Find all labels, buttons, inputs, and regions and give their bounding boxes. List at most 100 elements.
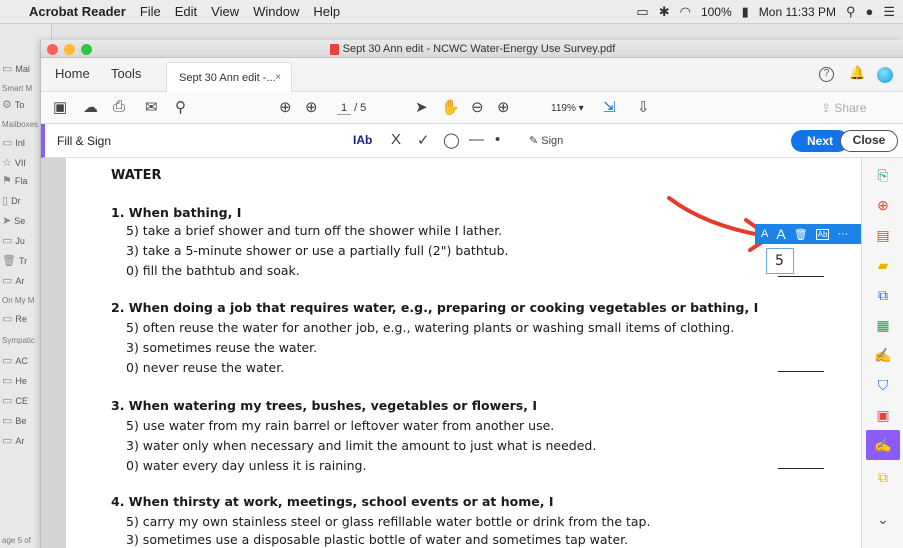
zoom-in-icon[interactable]: ⊕	[497, 98, 510, 116]
comment-icon[interactable]: ▰	[874, 256, 892, 274]
mail-section-on-my-mac: On My M	[2, 296, 35, 305]
folder-icon: ▭	[2, 395, 13, 407]
zoom-level-select[interactable]: 119% ▾	[551, 103, 584, 114]
zoom-window-icon[interactable]	[81, 44, 92, 55]
cross-mark-tool[interactable]: X	[391, 131, 401, 148]
zoom-out-icon[interactable]: ⊖	[471, 98, 484, 116]
create-pdf-icon[interactable]: ⊕	[874, 196, 892, 214]
minimize-window-icon[interactable]	[64, 44, 75, 55]
page-number-input[interactable]: 1	[337, 102, 351, 115]
junk-icon: ▭	[2, 235, 13, 247]
combine-files-icon[interactable]: ⧉	[874, 286, 892, 304]
page-down-icon[interactable]: ⊕	[305, 98, 318, 116]
menu-edit[interactable]: Edit	[168, 4, 204, 19]
protect-shield-icon[interactable]: ⛉	[874, 376, 892, 394]
checkmark-tool[interactable]: ✓	[417, 131, 430, 149]
add-text-tool[interactable]: IAb	[353, 133, 372, 147]
print-icon[interactable]: ⎙	[113, 98, 125, 115]
menu-help[interactable]: Help	[306, 4, 347, 19]
select-cursor-icon[interactable]: ➤	[415, 98, 428, 116]
folder-icon: ▭	[2, 375, 13, 387]
tab-tools[interactable]: Tools	[111, 66, 141, 81]
request-signature-icon[interactable]: ✍	[874, 346, 892, 364]
mail-row[interactable]: ▭ Inl	[2, 136, 25, 149]
circle-tool-icon[interactable]: ◯	[443, 131, 460, 149]
mail-row[interactable]: ▭ Ar	[2, 434, 24, 447]
collapse-panel-icon[interactable]: ⌄	[874, 510, 892, 528]
spotlight-icon[interactable]: ⚲	[846, 4, 856, 20]
hand-tool-icon[interactable]: ✋	[441, 98, 460, 116]
save-icon[interactable]: ▣	[53, 98, 67, 116]
organize-pages-icon[interactable]: ▤	[874, 226, 892, 244]
tab-document[interactable]: Sept 30 Ann edit -... ×	[166, 62, 292, 92]
mail-row[interactable]: ▭ Re	[2, 312, 27, 325]
close-window-icon[interactable]	[47, 44, 58, 55]
close-tab-icon[interactable]: ×	[275, 72, 281, 83]
dot-tool-icon[interactable]: •	[495, 131, 500, 148]
mail-row[interactable]: ⚙ To	[2, 98, 24, 111]
export-pdf-icon[interactable]: ⎘	[874, 166, 892, 184]
battery-icon[interactable]: ▮	[742, 4, 749, 20]
clock[interactable]: Mon 11:33 PM	[759, 5, 836, 19]
menu-bar: Acrobat Reader File Edit View Window Hel…	[0, 0, 903, 24]
notification-center-icon[interactable]: ☰	[883, 4, 895, 20]
avatar[interactable]	[877, 67, 893, 83]
menu-view[interactable]: View	[204, 4, 246, 19]
document-viewport[interactable]: WATER 1. When bathing, I 5) take a brief…	[41, 158, 862, 548]
menu-app-name[interactable]: Acrobat Reader	[22, 4, 133, 19]
airplay-icon[interactable]: ▭	[636, 4, 648, 20]
mail-row[interactable]: 🗑 Tr	[2, 254, 27, 267]
wifi-icon[interactable]: ◠	[680, 4, 691, 20]
tab-document-label: Sept 30 Ann edit -...	[179, 72, 276, 84]
pdf-page[interactable]: WATER 1. When bathing, I 5) take a brief…	[66, 158, 862, 548]
mail-row[interactable]: ▯ Dr	[2, 194, 21, 207]
email-icon[interactable]: ✉	[145, 98, 158, 116]
mail-status-text: age 5 of	[2, 536, 31, 545]
close-button[interactable]: Close	[840, 130, 898, 152]
answer-field-1[interactable]: 5	[766, 248, 794, 274]
mail-row[interactable]: ▭ Ar	[2, 274, 24, 287]
sent-icon: ➤	[2, 215, 12, 227]
mail-row[interactable]: ▭ AC	[2, 354, 28, 367]
acrobat-window: Sept 30 Ann edit - NCWC Water-Energy Use…	[40, 40, 903, 548]
help-icon[interactable]: ?	[819, 67, 834, 82]
notification-bell-icon[interactable]: 🔔	[849, 65, 865, 81]
line-tool-icon[interactable]: —	[469, 131, 484, 148]
background-window	[52, 24, 903, 40]
field-type-icon[interactable]: Ab	[815, 228, 830, 240]
fit-page-icon[interactable]: ⇲	[603, 98, 616, 116]
bluetooth-icon[interactable]: ✱	[659, 4, 670, 20]
scroll-mode-icon[interactable]: ⇩	[637, 98, 650, 116]
title-bar: Sept 30 Ann edit - NCWC Water-Energy Use…	[41, 40, 903, 58]
delete-trash-icon[interactable]: 🗑	[794, 228, 808, 241]
zoom-search-icon[interactable]: ⚲	[175, 98, 186, 116]
main-toolbar: ▣ ☁ ⎙ ✉ ⚲ ⊕ ⊕ 1 / 5 ➤ ✋ ⊖ ⊕ 119% ▾ ⇲ ⇩ ⇪…	[41, 92, 903, 124]
more-tools-icon[interactable]: ⧉	[874, 468, 892, 486]
edit-pdf-icon[interactable]: ▦	[874, 316, 892, 334]
tab-home[interactable]: Home	[55, 66, 90, 81]
mail-row[interactable]: ▭ Be	[2, 414, 26, 427]
mail-row[interactable]: ▭ CE	[2, 394, 28, 407]
sign-tool[interactable]: ✎ Sign	[529, 134, 563, 147]
fill-sign-tool-icon[interactable]: ✍	[866, 430, 900, 460]
mail-section-mailboxes: Mailboxes	[2, 120, 39, 129]
mail-row[interactable]: ⚑ Fla	[2, 174, 27, 187]
menu-window[interactable]: Window	[246, 4, 306, 19]
send-pdf-icon[interactable]: ▣	[874, 406, 892, 424]
battery-percent: 100%	[700, 4, 732, 19]
share-button[interactable]: ⇪ Share	[821, 101, 866, 115]
menu-file[interactable]: File	[133, 4, 168, 19]
decrease-font-size-button[interactable]: A	[761, 228, 768, 240]
page-total: / 5	[354, 102, 367, 114]
page-up-icon[interactable]: ⊕	[279, 98, 292, 116]
upload-cloud-icon[interactable]: ☁	[83, 98, 98, 116]
mail-row[interactable]: ▭ He	[2, 374, 27, 387]
mail-row[interactable]: ☆ VII	[2, 156, 26, 169]
mail-row[interactable]: ▭ Ju	[2, 234, 25, 247]
siri-icon[interactable]: ●	[865, 4, 873, 19]
more-options-icon[interactable]: ···	[837, 228, 848, 240]
mail-section-smart: Smart M	[2, 84, 33, 93]
increase-font-size-button[interactable]: A	[776, 226, 785, 242]
mail-row[interactable]: ➤ Se	[2, 214, 25, 227]
mail-row[interactable]: ▭ Mai	[2, 62, 30, 75]
